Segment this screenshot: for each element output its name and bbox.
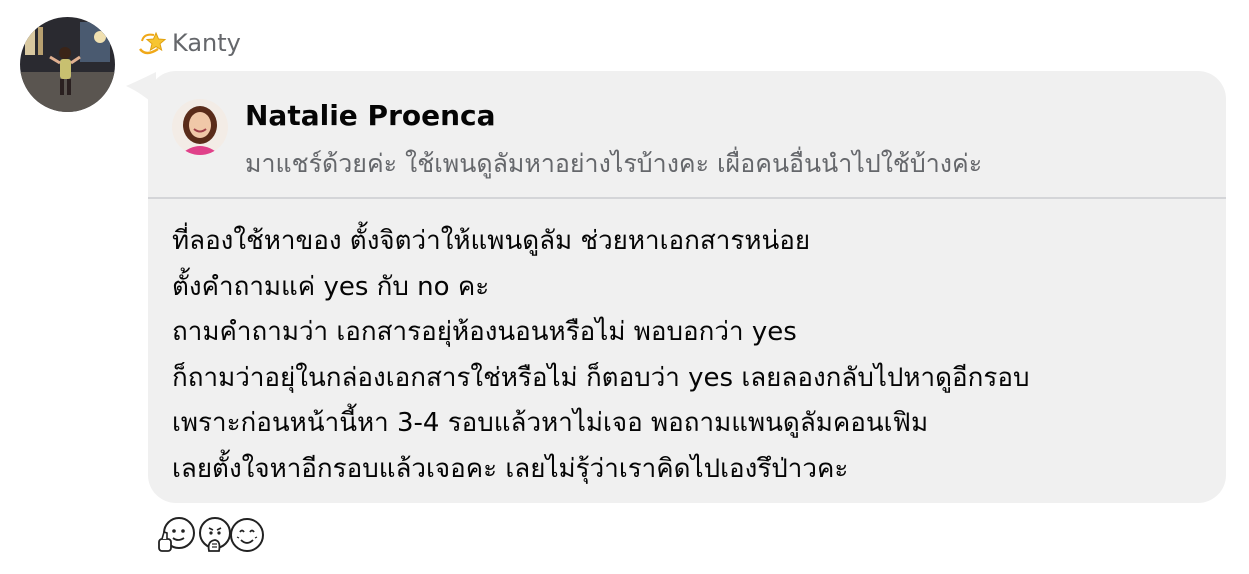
thumbs-up-face-sticker-icon — [158, 517, 195, 552]
comment-bubble: Natalie Proenca มาแชร์ด้วยค่ะ ใช้เพนดูลั… — [148, 71, 1226, 503]
comment-line: ที่ลองใช้หาของ ตั้งจิตว่าให้แพนดูลัม ช่ว… — [172, 226, 811, 256]
shared-post-text: มาแชร์ด้วยค่ะ ใช้เพนดูลัมหาอย่างไรบ้างคะ… — [245, 149, 983, 178]
comment-line: ตั้งคำถามแค่ yes กับ no คะ — [172, 271, 490, 302]
author-name[interactable]: Kanty — [172, 29, 241, 57]
comment-line: เพราะก่อนหน้านี้หา 3-4 รอบแล้วหาไม่เจอ พ… — [172, 408, 929, 438]
thinking-face-sticker-icon — [199, 517, 231, 552]
comment-line: เลยตั้งใจหาอีกรอบแล้วเจอคะ เลยไม่รุ้ว่าเ… — [172, 453, 849, 484]
shared-author-avatar[interactable] — [172, 99, 228, 155]
dizzy-star-icon — [136, 27, 168, 59]
comment-author[interactable]: Kanty — [136, 27, 241, 59]
comment-line: ก็ถามว่าอยุ่ในกล่องเอกสารใช่หรือไม่ ก็ตอ… — [172, 362, 1030, 393]
shared-post-preview[interactable]: Natalie Proenca มาแชร์ด้วยค่ะ ใช้เพนดูลั… — [148, 71, 1226, 199]
comment-line: ถามคำถามว่า เอกสารอยุ่ห้องนอนหรือไม่ พอบ… — [172, 317, 797, 347]
reaction-stickers[interactable] — [157, 513, 269, 557]
smiling-face-sticker-icon — [230, 518, 264, 552]
shared-author-name[interactable]: Natalie Proenca — [245, 99, 496, 132]
commenter-avatar[interactable] — [20, 17, 115, 112]
comment-text: ที่ลองใช้หาของ ตั้งจิตว่าให้แพนดูลัม ช่ว… — [172, 219, 1214, 492]
